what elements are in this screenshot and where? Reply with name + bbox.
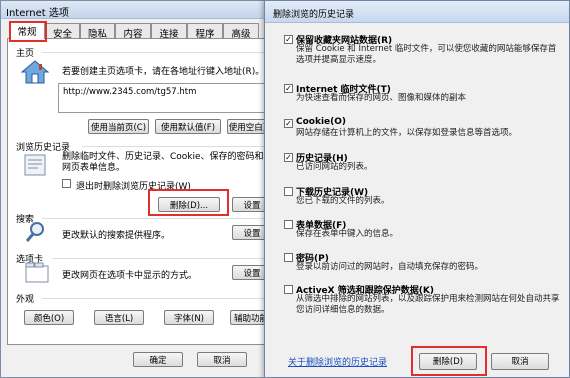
exit-delete-checkbox[interactable] (62, 179, 71, 188)
cookies-title: Cookie(O) (296, 117, 347, 127)
temp-files-desc: 为快速查看而保存的网页、图像和媒体的副本 (296, 93, 467, 103)
use-current-button[interactable]: 使用当前页(C) (88, 119, 149, 134)
about-delete-history-link[interactable]: 关于删除浏览的历史记录 (288, 355, 387, 368)
highlight-delete-button (411, 346, 487, 376)
window-title: Internet 选项 (6, 8, 69, 19)
tab-content[interactable]: 内容 (115, 23, 151, 40)
passwords-desc: 登录以前访问过的网站时，自动填充保存的密码。 (296, 262, 484, 272)
dialog-title: 删除浏览的历史记录 (273, 10, 355, 20)
title-bar[interactable]: Internet 选项 (1, 1, 273, 19)
cookies-checkbox[interactable]: ✓ (284, 119, 293, 128)
ok-button[interactable]: 确定 (133, 352, 183, 367)
fonts-button[interactable]: 字体(N) (164, 310, 214, 325)
tabs-icon (25, 262, 49, 283)
use-default-button[interactable]: 使用默认值(F) (155, 119, 221, 134)
general-tab-panel: 主页 若要创建主页选项卡，请在各地址行键入地址(R)。 http://www.2… (7, 38, 273, 345)
download-history-desc: 您已下载的文件的列表。 (296, 196, 390, 206)
temp-files-checkbox[interactable]: ✓ (284, 84, 293, 93)
magnifier-icon (25, 222, 44, 242)
preserve-favorites-checkbox[interactable]: ✓ (284, 35, 293, 44)
tab-connections[interactable]: 连接 (151, 23, 187, 40)
home-url-input[interactable]: http://www.2345.com/tg57.htm (58, 83, 268, 113)
appearance-heading: 外观 (16, 295, 35, 305)
cancel-button[interactable]: 取消 (197, 352, 247, 367)
history-desc: 已访问网站的列表。 (296, 162, 373, 172)
form-data-desc: 保存在表单中键入的信息。 (296, 229, 399, 239)
internet-options-window: Internet 选项 常规 安全 隐私 内容 连接 程序 高级 主页 若要创建… (0, 0, 273, 378)
languages-button[interactable]: 语言(L) (94, 310, 144, 325)
form-data-checkbox[interactable] (284, 220, 293, 229)
colors-button[interactable]: 颜色(O) (24, 310, 74, 325)
tab-programs[interactable]: 程序 (187, 23, 223, 40)
search-description: 更改默认的搜索提供程序。 (62, 231, 171, 241)
cookies-desc: 网站存储在计算机上的文件，以保存如登录信息等首选项。 (296, 128, 518, 138)
dialog-cancel-button[interactable]: 取消 (491, 353, 549, 370)
tabs-description: 更改网页在选项卡中显示的方式。 (62, 271, 198, 281)
delete-history-dialog: 删除浏览的历史记录 ✓ 保留收藏夹网站数据(R) 保留 Cookie 和 Int… (264, 0, 570, 378)
tab-security[interactable]: 安全 (45, 23, 80, 40)
preserve-favorites-desc: 保留 Cookie 和 Internet 临时文件，可以使您收藏的网站能够保存首… (296, 44, 557, 65)
activex-checkbox[interactable] (284, 285, 293, 294)
highlight-delete-button (148, 189, 229, 216)
activex-desc: 从筛选中排除的网站列表，以及跟踪保护用来检测网站在何处自动共享您访问详细信息的数… (296, 294, 560, 315)
dialog-title-bar[interactable]: 删除浏览的历史记录 (265, 1, 569, 23)
house-icon (20, 60, 50, 84)
highlight-general-tab (9, 21, 47, 42)
home-description: 若要创建主页选项卡，请在各地址行键入地址(R)。 (62, 67, 265, 77)
tab-advanced[interactable]: 高级 (223, 23, 259, 40)
history-icon (24, 154, 46, 176)
history-checkbox[interactable]: ✓ (284, 153, 293, 162)
download-history-checkbox[interactable] (284, 187, 293, 196)
home-heading: 主页 (16, 49, 35, 59)
history-description: 删除临时文件、历史记录、Cookie、保存的密码和网页表单信息。 (62, 152, 264, 173)
tab-privacy[interactable]: 隐私 (80, 23, 115, 40)
passwords-checkbox[interactable] (284, 253, 293, 262)
